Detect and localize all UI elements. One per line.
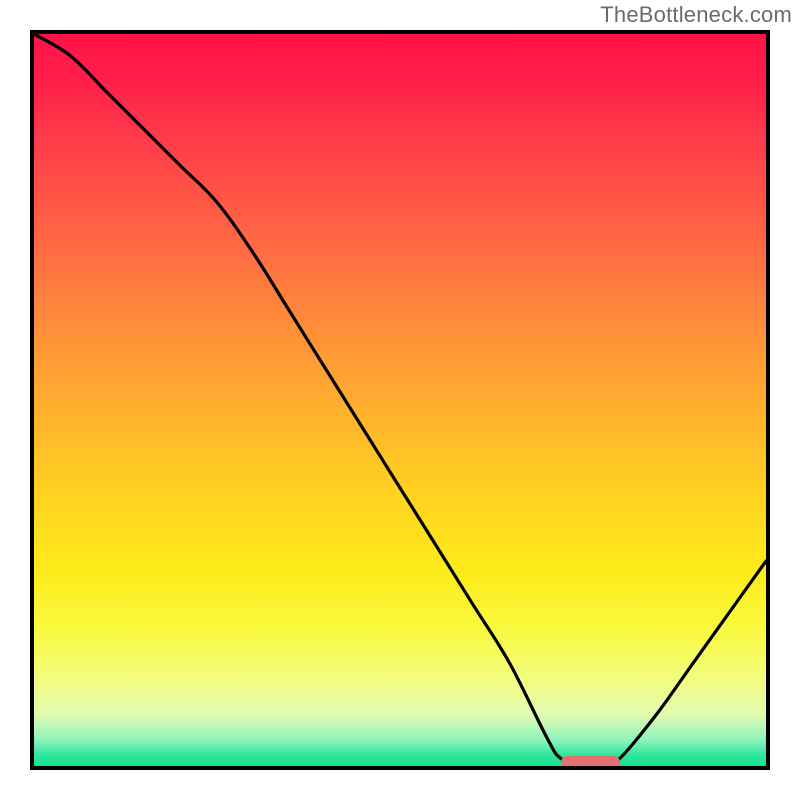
bottleneck-curve — [34, 34, 766, 766]
plot-area — [30, 30, 770, 770]
optimal-range-marker — [561, 756, 620, 768]
watermark-label: TheBottleneck.com — [600, 2, 792, 28]
chart-stage: TheBottleneck.com — [0, 0, 800, 800]
